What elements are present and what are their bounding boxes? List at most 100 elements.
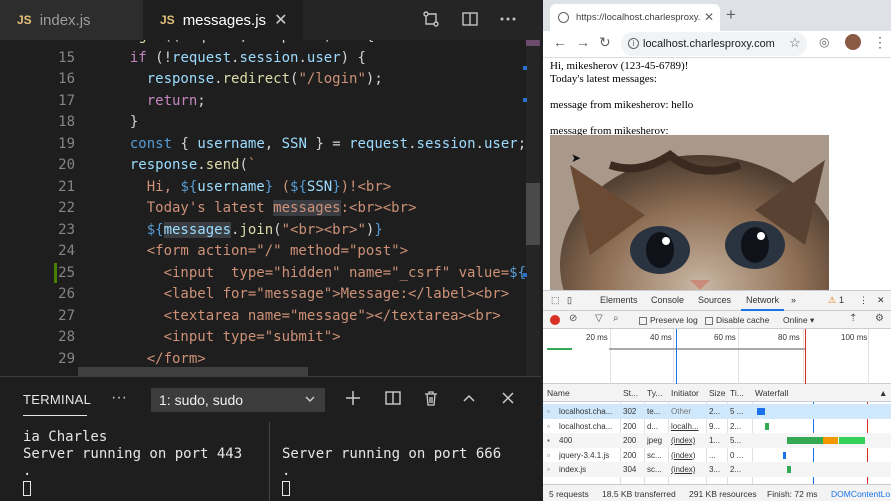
close-tab-icon[interactable]: ✕ [704, 4, 714, 31]
waterfall-bar [839, 437, 865, 444]
tab-sources[interactable]: Sources [698, 295, 731, 305]
open-changes-icon[interactable] [421, 10, 441, 30]
network-overview[interactable]: 20 ms 40 ms 60 ms 80 ms 100 ms [543, 329, 891, 384]
col-time[interactable]: Ti... [730, 388, 744, 398]
info-icon[interactable]: i [628, 38, 639, 49]
throttle-select[interactable]: Online ▾ [783, 315, 814, 326]
inspect-element-icon[interactable]: ⬚ [551, 295, 560, 306]
devtools-menu-icon[interactable]: ⋮ [859, 295, 868, 306]
close-tab-icon[interactable]: ✕ [274, 10, 287, 30]
devtools-panel: ⬚ ▯ Elements Console Sources Network » ⚠… [543, 290, 891, 501]
network-row[interactable]: ▫ jquery-3.4.1.js 200 sc... (index) ... … [543, 448, 891, 463]
tab-messages-js[interactable]: JS messages.js ✕ [143, 0, 303, 40]
cell-initiator[interactable]: localh... [671, 422, 699, 431]
cell-type: sc... [647, 450, 662, 460]
cell-initiator: Other [671, 407, 692, 416]
reload-icon[interactable]: ↻ [599, 34, 611, 51]
code-line: 26 <label for="message">Message:</label>… [58, 286, 510, 302]
terminal-split-divider[interactable] [269, 422, 270, 501]
split-terminal-icon[interactable] [383, 389, 403, 409]
maximize-panel-icon[interactable] [459, 389, 479, 409]
record-icon[interactable] [550, 315, 560, 325]
browser-window: https://localhost.charlesproxy. ✕ + ← → … [541, 0, 891, 501]
scrollbar-thumb[interactable] [526, 183, 540, 245]
tab-elements[interactable]: Elements [600, 295, 638, 305]
terminal-pane-2[interactable]: Server running on port 666. [282, 429, 501, 497]
forward-icon[interactable]: → [576, 34, 590, 50]
terminal-output-line: . [23, 463, 32, 479]
col-type[interactable]: Ty... [647, 388, 662, 398]
waterfall-bar [823, 437, 838, 444]
gridline [738, 329, 739, 384]
dom-content-loaded-time: DOMContentLo [831, 489, 891, 499]
cell-initiator[interactable]: (index) [671, 451, 695, 460]
col-waterfall[interactable]: Waterfall [755, 388, 788, 398]
preserve-log-checkbox[interactable]: Preserve log [639, 315, 698, 325]
horizontal-scrollbar[interactable] [78, 367, 308, 376]
more-tabs-icon[interactable]: » [791, 295, 796, 305]
tab-index-js[interactable]: JS index.js [0, 0, 143, 40]
timeline-tick: 20 ms [586, 333, 608, 342]
finish-time: Finish: 72 ms [767, 489, 818, 499]
warning-icon[interactable]: ⚠ [828, 295, 836, 306]
more-actions-icon[interactable] [498, 10, 518, 30]
avatar[interactable] [845, 34, 861, 50]
cell-time: 0 ... [730, 450, 744, 460]
terminal-pane-1[interactable]: ia Charles Server running on port 443. [23, 429, 242, 497]
js-file-icon: JS [17, 13, 32, 27]
tab-console[interactable]: Console [651, 295, 684, 305]
terminal-tab[interactable]: TERMINAL [23, 392, 91, 407]
cell-initiator[interactable]: (index) [671, 436, 695, 445]
col-initiator[interactable]: Initiator [671, 388, 699, 398]
back-icon[interactable]: ← [553, 34, 567, 50]
menu-icon[interactable]: ⋮ [873, 34, 887, 51]
gridline [868, 329, 869, 384]
cell-name: localhost.cha... [559, 407, 613, 416]
col-size[interactable]: Size [709, 388, 726, 398]
waterfall-bar [765, 422, 769, 430]
timeline-tick: 80 ms [778, 333, 800, 342]
network-row[interactable]: ▪ 400 200 jpeg (index) 1... 5... [543, 433, 891, 448]
close-panel-icon[interactable] [498, 389, 518, 409]
network-row[interactable]: ▫ localhost.cha... 302 te... Other 2... … [543, 404, 891, 419]
code-line: 24 <form action="/" method="post"> [58, 243, 409, 259]
new-tab-icon[interactable]: + [726, 5, 736, 25]
clear-icon[interactable]: ⊘ [569, 313, 577, 324]
git-modified-marker [54, 263, 57, 283]
cell-size: 2... [709, 407, 721, 416]
network-row[interactable]: ▫ index.js 304 sc... (index) 3... 2... [543, 462, 891, 477]
upload-icon[interactable]: ⇡ [849, 313, 857, 324]
new-terminal-icon[interactable] [343, 389, 363, 409]
col-name[interactable]: Name [547, 388, 570, 398]
browser-tab-strip: https://localhost.charlesproxy. ✕ + [543, 0, 891, 31]
tab-network[interactable]: Network [746, 295, 779, 305]
code-line: 28 <input type="submit"> [58, 329, 341, 345]
code-area[interactable]: 14 .get((request, response) => { 15 if (… [0, 40, 541, 376]
search-icon[interactable]: ⌕ [613, 313, 619, 324]
address-bar[interactable]: i localhost.charlesproxy.com [621, 32, 807, 56]
browser-tab[interactable]: https://localhost.charlesproxy. ✕ [550, 4, 720, 31]
cell-initiator[interactable]: (index) [671, 465, 695, 474]
device-toolbar-icon[interactable]: ▯ [567, 295, 572, 306]
settings-gear-icon[interactable]: ⚙ [875, 313, 884, 324]
code-line: 21 Hi, ${username} (${SSN})!<br> [58, 178, 392, 195]
document-icon: ▫ [547, 407, 550, 416]
filter-icon[interactable]: ▽ [595, 313, 603, 324]
terminal-select[interactable]: 1: sudo, sudo [151, 388, 325, 412]
trash-icon[interactable] [421, 389, 441, 409]
timeline-tick: 100 ms [841, 333, 868, 342]
active-tab-indicator [23, 415, 87, 416]
code-editor: JS index.js JS messages.js ✕ 14 .get((re… [0, 0, 541, 501]
cell-name: localhost.cha... [559, 421, 613, 431]
timeline-tick: 60 ms [714, 333, 736, 342]
more-icon[interactable]: ··· [111, 389, 127, 407]
overview-bar [609, 348, 806, 350]
col-status[interactable]: St... [623, 388, 638, 398]
dom-content-loaded-line [676, 329, 677, 384]
disable-cache-checkbox[interactable]: Disable cache [705, 315, 769, 325]
network-row[interactable]: ▫ localhost.cha... 200 d... localh... 9.… [543, 419, 891, 434]
split-editor-icon[interactable] [460, 10, 480, 30]
bookmark-star-icon[interactable]: ☆ [789, 35, 801, 51]
close-devtools-icon[interactable]: ✕ [877, 295, 885, 306]
extension-icon[interactable]: ◎ [819, 35, 829, 49]
